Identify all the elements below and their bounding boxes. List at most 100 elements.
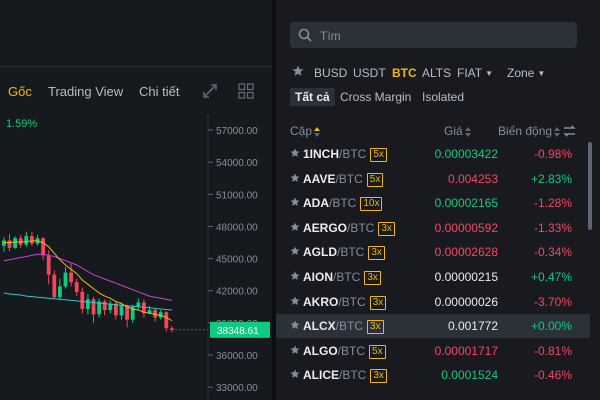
pair-name: AION/BTC 3x xyxy=(303,270,381,285)
header-pair[interactable]: Cặp xyxy=(290,124,321,138)
search-input[interactable] xyxy=(318,22,572,50)
candle-body xyxy=(52,274,57,298)
favorites-star-icon[interactable] xyxy=(292,65,304,77)
last-price: 0.004253 xyxy=(447,171,498,186)
leverage-badge: 3x xyxy=(367,320,384,335)
quote-asset: /BTC xyxy=(338,294,366,309)
quote-tab-fiat[interactable]: FIAT ▼ xyxy=(457,66,493,80)
last-price: 0.0001524 xyxy=(441,368,498,383)
pair-name: AKRO/BTC 3x xyxy=(303,294,387,310)
y-tick-label: 33000.00 xyxy=(216,383,258,394)
market-row[interactable]: AKRO/BTC 3x 0.00000026 -3.70% xyxy=(276,290,590,314)
last-price: 0.00002165 xyxy=(434,196,498,211)
leverage-badge: 5x xyxy=(366,172,384,187)
leverage-badge: 3x xyxy=(370,369,387,384)
base-asset: 1INCH xyxy=(303,147,340,161)
pair-name: ALCX/BTC 3x xyxy=(303,319,384,335)
market-row[interactable]: AAVE/BTC 5x 0.004253 +2.83% xyxy=(276,167,590,191)
y-tick-label: 51000.00 xyxy=(216,190,258,201)
header-price[interactable]: Giá xyxy=(444,124,471,138)
change-percent: -0.34% xyxy=(533,245,572,260)
quote-tab-zone[interactable]: Zone ▼ xyxy=(507,66,545,80)
leverage-badge: 3x xyxy=(368,246,385,261)
quote-asset: /BTC xyxy=(335,319,364,334)
sort-icon xyxy=(554,126,561,137)
quote-asset: /BTC xyxy=(329,196,357,211)
change-percent: +2.83% xyxy=(530,171,572,186)
quote-tab-usdt[interactable]: USDT xyxy=(353,66,386,80)
candle-body xyxy=(136,302,141,307)
search-box[interactable] xyxy=(290,22,577,50)
base-asset: AGLD xyxy=(303,245,337,260)
market-panel: BUSD USDT BTC ALTS FIAT▼ Zone▼ Tất cả Cr… xyxy=(276,0,600,400)
market-row[interactable]: 1INCH/BTC 5x 0.00003422 -0.98% xyxy=(276,142,590,166)
favorite-star-icon[interactable] xyxy=(290,148,300,158)
market-row[interactable]: AERGO/BTC 3x 0.00000592 -1.33% xyxy=(276,216,590,240)
candle-body xyxy=(80,291,85,309)
base-asset: ALGO xyxy=(303,343,338,358)
filter-tab-all[interactable]: Tất cả xyxy=(290,88,335,106)
tab-trading-view[interactable]: Trading View xyxy=(48,84,123,99)
market-list-scrollbar[interactable] xyxy=(588,142,592,230)
favorite-star-icon[interactable] xyxy=(290,246,300,256)
filter-tab-cross-margin[interactable]: Cross Margin xyxy=(335,88,416,106)
swap-columns-icon[interactable] xyxy=(563,125,576,137)
candle-body xyxy=(69,272,73,283)
favorite-star-icon[interactable] xyxy=(290,345,300,355)
chevron-down-icon: ▼ xyxy=(485,69,494,78)
tab-original[interactable]: Gốc xyxy=(8,84,32,99)
tab-depth-detail[interactable]: Chi tiết xyxy=(139,84,179,99)
header-change[interactable]: Biến động xyxy=(498,124,561,138)
chart-view-tabs: Gốc Trading View Chi tiết xyxy=(0,70,272,114)
leverage-badge: 3x xyxy=(369,295,387,310)
candle-body xyxy=(170,328,174,330)
candlestick-chart[interactable]: 57000.00 54000.00 51000.00 48000.00 45000.00… xyxy=(0,114,272,400)
quote-tab-alts[interactable]: ALTS xyxy=(422,66,451,80)
market-row[interactable]: AGLD/BTC 3x 0.00002628 -0.34% xyxy=(276,240,590,264)
quote-tab-busd[interactable]: BUSD xyxy=(314,66,347,80)
change-percent: -0.46% xyxy=(533,368,572,383)
quote-asset: /BTC xyxy=(333,270,361,284)
favorite-star-icon[interactable] xyxy=(290,320,300,330)
last-price: 0.00000215 xyxy=(434,270,498,284)
last-price: 0.00000026 xyxy=(434,294,498,309)
quote-tab-btc[interactable]: BTC xyxy=(392,66,417,80)
pair-name: ALICE/BTC 3x xyxy=(303,368,387,384)
last-price: 0.00002628 xyxy=(434,245,498,260)
market-row[interactable]: ALGO/BTC 5x 0.00001717 -0.81% xyxy=(276,339,590,363)
market-row[interactable]: ADA/BTC 10x 0.00002165 -1.28% xyxy=(276,191,590,215)
favorite-star-icon[interactable] xyxy=(290,271,300,281)
chevron-down-icon: ▼ xyxy=(537,69,546,78)
market-row[interactable]: ALICE/BTC 3x 0.0001524 -0.46% xyxy=(276,363,590,387)
pair-name: AGLD/BTC 3x xyxy=(303,245,385,261)
y-tick-label: 48000.00 xyxy=(216,222,258,233)
base-asset: ADA xyxy=(303,196,329,211)
favorite-star-icon[interactable] xyxy=(290,369,300,379)
expand-icon[interactable] xyxy=(202,83,218,99)
change-percent: -1.28% xyxy=(533,196,572,211)
candle-body xyxy=(2,240,6,246)
quote-asset: /BTC xyxy=(337,343,366,358)
y-tick-label: 57000.00 xyxy=(216,126,258,137)
change-percent: -3.70% xyxy=(533,294,572,309)
market-row[interactable]: ALCX/BTC 3x 0.001772 +0.00% xyxy=(276,314,590,339)
search-icon xyxy=(298,28,312,42)
quote-asset: /BTC xyxy=(347,220,375,235)
favorite-star-icon[interactable] xyxy=(290,197,300,207)
candle-body xyxy=(102,301,107,311)
favorite-star-icon[interactable] xyxy=(290,222,300,232)
filter-tab-isolated[interactable]: Isolated xyxy=(417,88,469,106)
last-price: 0.00000592 xyxy=(434,220,498,235)
y-tick-label: 36000.00 xyxy=(216,351,258,362)
favorite-star-icon[interactable] xyxy=(290,173,300,183)
base-asset: AERGO xyxy=(303,220,348,235)
market-table-header: Cặp Giá Biến động xyxy=(276,122,600,140)
grid-layout-icon[interactable] xyxy=(238,83,254,99)
favorite-star-icon[interactable] xyxy=(290,296,300,306)
candle-body xyxy=(58,286,62,298)
leverage-badge: 3x xyxy=(378,221,395,236)
leverage-badge: 5x xyxy=(369,344,386,359)
market-row[interactable]: AION/BTC 3x 0.00000215 +0.47% xyxy=(276,265,590,289)
candle-body xyxy=(63,272,68,287)
last-price-label: 38348.61 xyxy=(217,326,259,337)
